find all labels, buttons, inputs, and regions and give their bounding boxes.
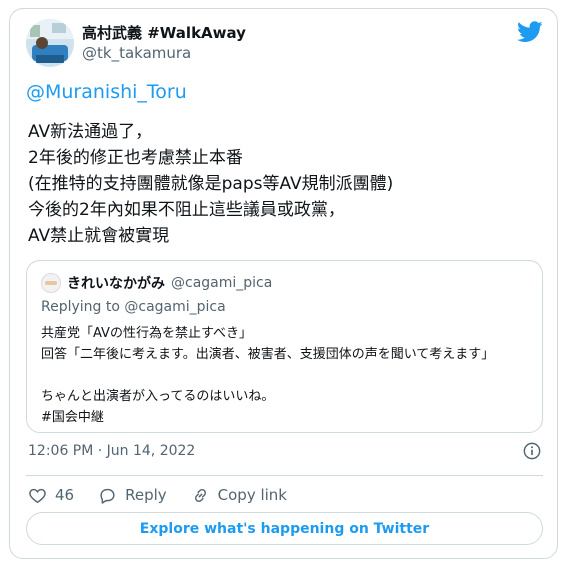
tweet-text: AV新法通過了， 2年後的修正也考慮禁止本番 (在推特的支持團體就像是paps等… bbox=[28, 119, 528, 249]
tweet-timestamp[interactable]: 12:06 PM · Jun 14, 2022 bbox=[28, 443, 195, 459]
quoted-text: 共産党「AVの性行為を禁止すべき」 回答「二年後に考えます。出演者、被害者、支援… bbox=[41, 323, 531, 428]
tweet-actions: 46 Reply Copy link bbox=[28, 484, 311, 506]
tweet-line: AV新法通過了， bbox=[28, 122, 153, 142]
twitter-bird-icon[interactable] bbox=[517, 21, 543, 43]
quoted-line bbox=[41, 365, 531, 386]
quoted-tweet[interactable]: きれいなかがみ @cagami_pica Replying to @cagami… bbox=[26, 260, 543, 433]
tweet-line: (在推特的支持團體就像是paps等AV規制派團體) bbox=[28, 174, 394, 194]
author-avatar[interactable] bbox=[26, 19, 74, 67]
author-info[interactable]: 高村武義 #WalkAway @tk_takamura bbox=[82, 23, 246, 63]
quoted-avatar bbox=[41, 273, 61, 293]
replying-to: Replying to @cagami_pica bbox=[41, 299, 226, 315]
like-count: 46 bbox=[55, 486, 75, 504]
divider bbox=[26, 475, 543, 476]
reply-label: Reply bbox=[125, 486, 167, 504]
tweet-line: 今後的2年內如果不阻止這些議員或政黨， bbox=[28, 200, 345, 220]
reply-icon bbox=[100, 488, 115, 504]
tweet-card: 高村武義 #WalkAway @tk_takamura @Muranishi_T… bbox=[9, 8, 558, 559]
heart-icon bbox=[29, 488, 46, 503]
copy-link-label: Copy link bbox=[217, 486, 287, 504]
quoted-line: ちゃんと出演者が入ってるのはいいね。 bbox=[41, 389, 275, 404]
explore-button[interactable]: Explore what's happening on Twitter bbox=[26, 512, 543, 545]
author-handle[interactable]: @tk_takamura bbox=[82, 43, 246, 63]
quoted-hashtag[interactable]: #国会中継 bbox=[41, 407, 531, 428]
quoted-line: 共産党「AVの性行為を禁止すべき」 bbox=[41, 326, 253, 341]
mention-link[interactable]: @Muranishi_Toru bbox=[26, 79, 187, 105]
like-button[interactable]: 46 bbox=[28, 486, 74, 505]
link-icon bbox=[194, 488, 206, 502]
author-display-name[interactable]: 高村武義 #WalkAway bbox=[82, 23, 246, 43]
quoted-handle: @cagami_pica bbox=[171, 275, 273, 291]
info-icon[interactable] bbox=[523, 442, 541, 460]
tweet-line: 2年後的修正也考慮禁止本番 bbox=[28, 148, 243, 168]
quoted-author: きれいなかがみ @cagami_pica bbox=[41, 273, 272, 293]
reply-button[interactable]: Reply bbox=[98, 486, 167, 505]
tweet-line: AV禁止就會被實現 bbox=[28, 226, 170, 246]
copy-link-button[interactable]: Copy link bbox=[191, 486, 287, 505]
quoted-display-name: きれいなかがみ bbox=[67, 276, 165, 292]
quoted-line: 回答「二年後に考えます。出演者、被害者、支援団体の声を聞いて考えます」 bbox=[41, 347, 495, 362]
